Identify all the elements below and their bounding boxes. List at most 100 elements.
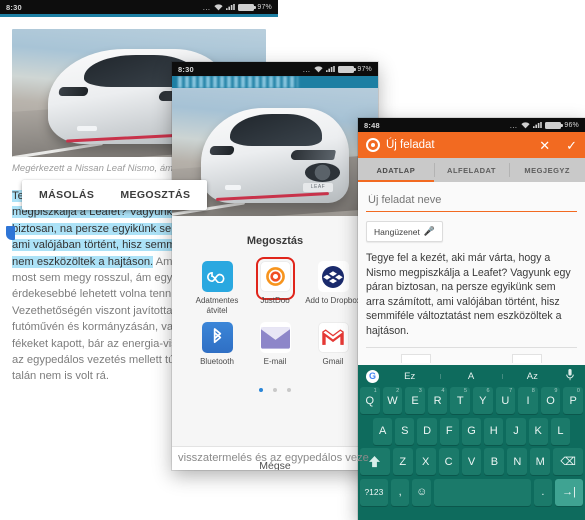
- page-dot-3[interactable]: [287, 388, 292, 392]
- share-target-gmail[interactable]: Gmail: [304, 322, 362, 367]
- statusbar-icons: … 96%: [509, 121, 579, 130]
- field-stub-left[interactable]: [366, 353, 467, 365]
- tab-alfeladat[interactable]: ALFELADAT: [433, 158, 510, 182]
- key-o[interactable]: O9: [540, 387, 561, 414]
- close-icon[interactable]: ✕: [539, 139, 550, 152]
- comma-key[interactable]: ,: [390, 478, 410, 506]
- page-dot-2[interactable]: [273, 388, 277, 392]
- car-foglight: [224, 185, 241, 190]
- key-u[interactable]: U7: [495, 387, 516, 414]
- voice-input-icon[interactable]: [563, 368, 577, 384]
- period-key[interactable]: .: [533, 478, 553, 506]
- key-c[interactable]: C: [438, 448, 459, 475]
- background-article-text: visszatermelés és az egypedálos veze: [178, 452, 369, 464]
- keyboard-row-1: Q1 W2 E3 R4 T5 Y6 U7 I8 O9 P0: [360, 387, 583, 414]
- key-x[interactable]: X: [415, 448, 436, 475]
- key-label: Q: [365, 394, 375, 407]
- statusbar-icons: … 97%: [202, 3, 272, 12]
- justdoo-new-task-panel: 8:48 … 96% Új feladat ✕ ✓ ADATLAP ALFELA…: [358, 118, 585, 520]
- key-s[interactable]: S: [395, 417, 415, 445]
- key-f[interactable]: F: [439, 417, 459, 445]
- justdoo-icon: [259, 261, 291, 292]
- share-button[interactable]: MEGOSZTÁS: [107, 180, 203, 210]
- key-y[interactable]: Y6: [473, 387, 493, 414]
- key-h[interactable]: H: [484, 417, 504, 445]
- task-name-input[interactable]: [366, 190, 577, 212]
- key-l[interactable]: L: [550, 417, 570, 445]
- suggestion-1[interactable]: Ez: [379, 371, 440, 382]
- key-number: 0: [576, 388, 580, 394]
- copy-button[interactable]: MÁSOLÁS: [26, 180, 107, 210]
- share-target-justdoo[interactable]: JustDoo: [246, 257, 304, 316]
- key-z[interactable]: Z: [392, 448, 413, 475]
- statusbar-panel1: 8:30 … 97%: [0, 0, 278, 14]
- key-w[interactable]: W2: [382, 387, 403, 414]
- share-target-dropbox[interactable]: Add to Dropbox: [304, 261, 362, 316]
- key-number: 9: [554, 388, 558, 394]
- key-label: I: [526, 394, 530, 407]
- more-dots-icon: …: [302, 64, 312, 74]
- key-n[interactable]: N: [507, 448, 528, 475]
- car-red-stripe: [215, 191, 329, 201]
- keyboard-row-3: Z X C V B N M ⌫: [359, 448, 584, 475]
- share-target-email[interactable]: E-mail: [246, 322, 304, 367]
- text-selection-context-menu: MÁSOLÁS MEGOSZTÁS: [22, 180, 208, 210]
- share-target-grid: Adatmentes átvitel JustDoo Add to Dropbo…: [172, 247, 378, 367]
- key-a[interactable]: A: [373, 417, 393, 445]
- emoji-key[interactable]: ☺: [412, 478, 431, 506]
- tab-label: ADATLAP: [376, 165, 416, 175]
- key-j[interactable]: J: [506, 417, 526, 445]
- task-extra-fields: [366, 353, 578, 365]
- share-target-bluetooth[interactable]: Bluetooth: [188, 322, 246, 367]
- battery-icon: [238, 3, 256, 11]
- key-b[interactable]: B: [484, 448, 505, 475]
- key-e[interactable]: E3: [405, 387, 425, 414]
- space-key[interactable]: [434, 478, 531, 506]
- selection-handle[interactable]: [6, 226, 15, 240]
- suggestion-3[interactable]: Az: [501, 371, 563, 382]
- field-stub-right[interactable]: [477, 353, 578, 365]
- key-label: P: [569, 394, 577, 407]
- stub: [511, 353, 542, 363]
- key-q[interactable]: Q1: [360, 387, 380, 414]
- google-icon[interactable]: G: [366, 369, 379, 383]
- share-target-adatmentes-atvitel[interactable]: Adatmentes átvitel: [188, 261, 246, 316]
- tab-adatlap[interactable]: ADATLAP: [358, 158, 434, 182]
- key-d[interactable]: D: [417, 417, 437, 445]
- tab-megjegyzes[interactable]: MEGJEGYZ: [509, 158, 585, 182]
- justdoo-logo-icon: [366, 138, 380, 152]
- voice-message-label: Hangüzenet: [374, 226, 420, 237]
- key-label: U: [501, 394, 510, 407]
- key-r[interactable]: R4: [427, 387, 448, 414]
- suggestion-2[interactable]: A: [440, 371, 501, 382]
- key-m[interactable]: M: [530, 448, 551, 475]
- key-p[interactable]: P0: [563, 387, 583, 414]
- task-form: Hangüzenet 🎤 Tegye fel a kezét, aki már …: [358, 182, 585, 365]
- symbols-key[interactable]: ?123: [359, 478, 388, 506]
- key-i[interactable]: I8: [518, 387, 538, 414]
- key-number: 7: [509, 388, 513, 394]
- tab-label: MEGJEGYZ: [524, 165, 571, 175]
- key-k[interactable]: K: [528, 417, 548, 445]
- voice-message-button[interactable]: Hangüzenet 🎤: [366, 221, 444, 242]
- bluetooth-icon: [201, 322, 233, 353]
- confirm-check-icon[interactable]: ✓: [566, 139, 577, 152]
- statusbar-panel2: 8:30 … 97%: [172, 62, 378, 76]
- tab-label: ALFELADAT: [447, 165, 496, 175]
- key-v[interactable]: V: [461, 448, 482, 475]
- key-label: R: [433, 394, 442, 407]
- enter-key[interactable]: →|: [555, 478, 584, 506]
- statusbar-time: 8:48: [364, 120, 380, 130]
- car-headlight: [290, 150, 337, 161]
- key-number: 2: [396, 388, 400, 394]
- task-description[interactable]: Tegye fel a kezét, aki már várta, hogy a…: [366, 251, 577, 348]
- key-g[interactable]: G: [461, 417, 482, 445]
- gmail-icon: [317, 322, 349, 353]
- page-dot-1[interactable]: [258, 388, 263, 392]
- car-windshield: [230, 114, 323, 147]
- key-label: Y: [479, 394, 487, 407]
- statusbar-panel3: 8:48 … 96%: [358, 118, 585, 132]
- key-t[interactable]: T5: [450, 387, 470, 414]
- backspace-key[interactable]: ⌫: [553, 448, 584, 475]
- battery-percent: 97%: [257, 3, 272, 11]
